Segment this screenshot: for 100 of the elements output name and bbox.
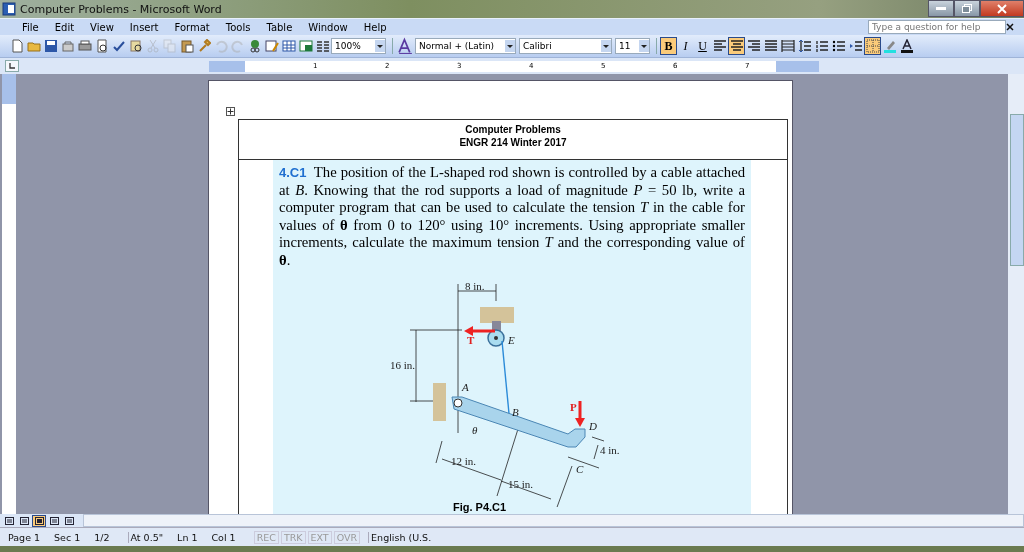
new-icon xyxy=(9,39,24,53)
font-color-icon xyxy=(899,39,914,53)
italic-button[interactable]: I xyxy=(677,37,694,55)
close-icon xyxy=(997,3,1007,14)
figure-label: 16 in. xyxy=(390,359,416,371)
vertical-scrollbar[interactable] xyxy=(1008,74,1024,514)
status-field: Col 1 xyxy=(209,531,248,543)
print-icon xyxy=(77,39,92,53)
menu-item[interactable]: Table xyxy=(258,21,301,33)
restore-icon xyxy=(962,4,972,13)
menu-item[interactable]: File xyxy=(14,21,47,33)
toolbar-button[interactable] xyxy=(297,37,314,55)
line-spacing-icon xyxy=(797,39,812,53)
status-field: OVR xyxy=(333,530,361,544)
wall-support-drawing xyxy=(433,383,446,421)
figure-label: 12 in. xyxy=(451,455,477,467)
menu-item[interactable]: Tools xyxy=(217,21,259,33)
columns-icon xyxy=(315,39,330,53)
menu-item[interactable]: Insert xyxy=(121,21,167,33)
view-button[interactable] xyxy=(32,514,46,527)
align-center-icon xyxy=(729,39,744,53)
zoom-dropdown[interactable]: 100% xyxy=(331,38,386,54)
window-title: Computer Problems - Microsoft Word xyxy=(20,2,222,16)
status-field: TRK xyxy=(280,530,306,544)
pin-drawing xyxy=(453,398,463,408)
align-right-icon xyxy=(746,39,761,53)
minimize-button[interactable] xyxy=(928,0,954,17)
status-field: 1/2 xyxy=(92,531,122,543)
border-icon xyxy=(865,39,880,53)
bold-button[interactable]: B xyxy=(660,37,677,55)
font-color-button[interactable] xyxy=(898,37,915,55)
menu-item[interactable]: View xyxy=(82,21,122,33)
toolbar-button[interactable] xyxy=(42,37,59,55)
restore-button[interactable] xyxy=(954,0,980,17)
status-field: Ln 1 xyxy=(175,531,210,543)
horizontal-scrollbar[interactable] xyxy=(83,514,1024,527)
bullets-icon xyxy=(831,39,846,53)
view-button[interactable] xyxy=(47,514,61,527)
style-dropdown[interactable]: Normal + (Latin) xyxy=(415,38,516,54)
view-button[interactable] xyxy=(2,514,16,527)
underline-button[interactable]: U xyxy=(694,37,711,55)
open-icon xyxy=(26,39,41,53)
border-button[interactable] xyxy=(864,37,881,55)
tension-arrow xyxy=(464,326,495,336)
figure-caption: Fig. P4.C1 xyxy=(453,501,507,513)
menu-item[interactable]: Edit xyxy=(46,21,83,33)
font-dropdown[interactable]: Calibri xyxy=(519,38,612,54)
ceiling-support-drawing xyxy=(480,307,514,323)
word-app-icon xyxy=(2,2,16,16)
document-header-subtitle: ENGR 214 Winter 2017 xyxy=(459,136,567,149)
distributed-icon xyxy=(780,39,795,53)
line-spacing-button[interactable] xyxy=(796,37,813,55)
minimize-icon xyxy=(936,6,946,11)
numbering-icon xyxy=(814,39,829,53)
spelling-icon xyxy=(111,39,126,53)
help-search-field[interactable]: Type a question for help xyxy=(868,20,1006,34)
preview-icon xyxy=(94,39,109,53)
figure-label: θ xyxy=(472,424,478,436)
figure-label: E xyxy=(508,334,515,346)
menu-item[interactable]: Window xyxy=(300,21,356,33)
distributed-button[interactable] xyxy=(779,37,796,55)
font-size-dropdown[interactable]: 11 xyxy=(615,38,650,54)
sheet-icon xyxy=(298,39,313,53)
table-move-handle-icon[interactable] xyxy=(226,107,235,116)
problem-statement: 4.C1 The position of the L-shaped rod shown is controlled by a cable attached at B. Knowing that the rod supports a load of magnitude P = 50 lb, write a computer program that can be used to calculate the tension T in the cable for values of θ from 0 to 120° using 10° increments. Using appropriate smaller increments, calculate the maximum tension T and the corresponding value of θ. xyxy=(279,164,745,269)
cut-icon xyxy=(145,39,160,53)
status-field: REC xyxy=(253,530,279,544)
figure-label: C xyxy=(576,463,584,475)
view-button[interactable] xyxy=(17,514,31,527)
figure-label: A xyxy=(462,381,469,393)
align-left-icon xyxy=(712,39,727,53)
web-view-icon xyxy=(19,516,29,525)
styles-icon[interactable] xyxy=(396,36,415,56)
figure-label: P xyxy=(570,401,577,413)
figure-label: 8 in. xyxy=(465,280,485,292)
figure-label: D xyxy=(589,420,597,432)
undo-icon xyxy=(213,39,228,53)
align-center-button[interactable] xyxy=(728,37,745,55)
load-arrow xyxy=(575,401,585,427)
outline-view-icon xyxy=(49,516,59,525)
figure-label: B xyxy=(512,406,519,418)
indent-icon xyxy=(848,39,863,53)
redo-icon xyxy=(230,39,245,53)
tab-selector-icon[interactable] xyxy=(5,60,19,72)
menu-item[interactable]: Help xyxy=(355,21,395,33)
figure-label: 15 in. xyxy=(508,478,534,490)
pulley-drawing xyxy=(487,321,505,347)
status-field: Page 1 xyxy=(6,531,53,543)
close-button[interactable] xyxy=(980,0,1024,17)
highlight-icon xyxy=(882,39,897,53)
figure-label: 4 in. xyxy=(600,444,620,456)
save-icon xyxy=(43,39,58,53)
status-field: At 0.5" xyxy=(127,531,176,543)
print-view-icon xyxy=(34,516,44,525)
view-button[interactable] xyxy=(62,514,76,527)
paste-icon xyxy=(179,39,194,53)
status-field: EXT xyxy=(307,530,332,544)
table-icon xyxy=(281,39,296,53)
menu-item[interactable]: Format xyxy=(166,21,218,33)
document-header-title: Computer Problems xyxy=(465,123,561,136)
